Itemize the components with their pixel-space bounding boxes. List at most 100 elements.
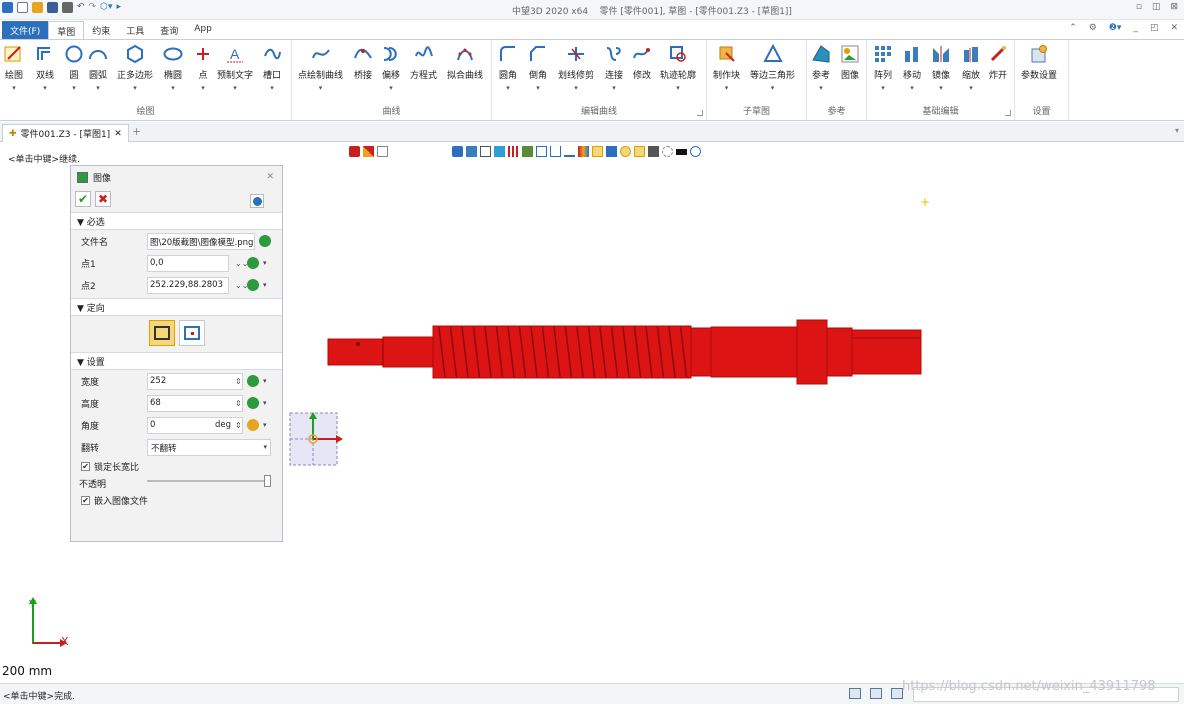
minimize-doc-icon[interactable]: _ <box>1133 23 1138 33</box>
undo-icon[interactable]: ↶ <box>77 2 85 13</box>
pick-option-icon[interactable]: ▾ <box>263 399 267 407</box>
bridge-button[interactable]: 桥接 <box>353 44 373 81</box>
collapse-ribbon-icon[interactable]: ⌃ <box>1069 23 1077 33</box>
light-icon[interactable] <box>662 146 673 157</box>
trim-button[interactable]: 划线修剪 ▾ <box>558 44 594 92</box>
point2-input[interactable]: 252.229,88.2803 <box>147 276 229 294</box>
info-icon[interactable] <box>250 194 264 208</box>
cancel-button[interactable]: ✖ <box>95 191 111 207</box>
pick-width-icon[interactable] <box>247 375 259 387</box>
snap-line-icon[interactable] <box>634 146 645 157</box>
maximize-icon[interactable]: ◫ <box>1152 2 1161 12</box>
frame-icon[interactable] <box>536 146 547 157</box>
embed-image-checkbox[interactable]: ✔ 嵌入图像文件 <box>71 492 282 509</box>
point-button[interactable]: 点 ▾ <box>193 44 213 92</box>
pick-angle-icon[interactable] <box>247 419 259 431</box>
polygon-button[interactable]: 正多边形 ▾ <box>117 44 153 92</box>
restore-doc-icon[interactable]: ◰ <box>1150 23 1159 33</box>
group-launcher-icon[interactable] <box>1005 110 1011 116</box>
shaded-cube-icon[interactable] <box>466 146 477 157</box>
width-input[interactable]: 252 <box>147 372 243 390</box>
pick-option-icon[interactable]: ▾ <box>263 281 267 289</box>
browse-file-icon[interactable] <box>259 235 271 247</box>
color-bar-icon[interactable] <box>578 146 589 157</box>
tab-tools[interactable]: 工具 <box>118 21 152 39</box>
group-launcher-icon[interactable] <box>697 110 703 116</box>
pick-option-icon[interactable]: ▾ <box>263 421 267 429</box>
arc-button[interactable]: 圆弧 ▾ <box>88 44 108 92</box>
pick-point2-icon[interactable] <box>247 279 259 291</box>
view-color-icon[interactable] <box>494 146 505 157</box>
chamfer-button[interactable]: 倒角 ▾ <box>528 44 548 92</box>
move-button[interactable]: 移动 ▾ <box>902 44 922 92</box>
equation-button[interactable]: 方程式 <box>410 44 437 81</box>
point1-input[interactable]: 0,0 <box>147 254 229 272</box>
pattern-button[interactable]: 阵列 ▾ <box>873 44 893 92</box>
text-button[interactable]: A 预制文字 ▾ <box>217 44 253 92</box>
point-curve-button[interactable]: 点绘制曲线 ▾ <box>298 44 343 92</box>
fit-curve-button[interactable]: 拟合曲线 <box>447 44 483 81</box>
save-icon[interactable] <box>47 2 58 13</box>
layout-icon[interactable] <box>849 688 861 699</box>
slot-button[interactable]: 槽口 ▾ <box>262 44 282 92</box>
curvature-icon[interactable] <box>592 146 603 157</box>
modify-button[interactable]: 修改 <box>632 44 652 81</box>
reference-button[interactable]: 参考 ▾ <box>811 44 831 92</box>
trace-contour-button[interactable]: 轨迹轮廓 ▾ <box>660 44 696 92</box>
image-insert-preview[interactable] <box>289 410 345 468</box>
image-button[interactable]: 图像 <box>840 44 860 81</box>
pencil-icon[interactable] <box>363 146 374 157</box>
pick-point1-icon[interactable] <box>247 257 259 269</box>
dimension-icon[interactable] <box>550 146 561 157</box>
fillet-button[interactable]: 圆角 ▾ <box>498 44 518 92</box>
scale-button[interactable]: 缩放 ▾ <box>961 44 981 92</box>
angle-stepper[interactable]: ⇕ <box>235 421 242 430</box>
display-mode-icon[interactable] <box>648 146 659 157</box>
render-icon[interactable] <box>522 146 533 157</box>
connect-button[interactable]: 连接 ▾ <box>604 44 624 92</box>
confirm-button[interactable]: ✔ <box>75 191 91 207</box>
close-tab-icon[interactable]: ✕ <box>114 129 122 139</box>
tab-sketch[interactable]: 草图 <box>48 21 85 39</box>
exit-sketch-icon[interactable] <box>349 146 360 157</box>
orientation-center-button[interactable] <box>179 320 205 346</box>
ellipse-button[interactable]: 椭圆 ▾ <box>163 44 183 92</box>
print-icon[interactable] <box>62 2 73 13</box>
background-icon[interactable] <box>676 148 687 155</box>
help-icon[interactable]: ❷▾ <box>1109 23 1122 33</box>
inserted-image[interactable] <box>327 318 923 386</box>
make-block-button[interactable]: 制作块 ▾ <box>713 44 740 92</box>
restore-icon[interactable]: ▫ <box>1136 2 1142 12</box>
tab-inquire[interactable]: 查询 <box>152 21 186 39</box>
height-input[interactable]: 68 <box>147 394 243 412</box>
monitor-icon[interactable] <box>870 688 882 699</box>
parameter-settings-button[interactable]: 参数设置 <box>1021 44 1057 81</box>
circle-button[interactable]: 圆 ▾ <box>64 44 84 92</box>
pick-height-icon[interactable] <box>247 397 259 409</box>
panel-close-icon[interactable]: ✕ <box>266 172 274 182</box>
constraint-icon[interactable] <box>564 146 575 157</box>
filename-input[interactable]: 图\20版截图\图像模型.png <box>147 232 255 250</box>
new-file-icon[interactable] <box>17 2 28 13</box>
settings-icon[interactable]: ⚙ <box>1089 23 1097 33</box>
grid-icon[interactable] <box>508 146 519 157</box>
settings-circle-icon[interactable] <box>690 146 701 157</box>
width-stepper[interactable]: ⇕ <box>235 377 242 386</box>
tab-app[interactable]: App <box>186 21 220 39</box>
section-settings[interactable]: ▼ 设置 <box>71 352 282 370</box>
explode-button[interactable]: 炸开 <box>988 44 1008 81</box>
section-required[interactable]: ▼ 必选 <box>71 212 282 230</box>
tab-constraint[interactable]: 约束 <box>84 21 118 39</box>
pick-option-icon[interactable]: ▾ <box>263 377 267 385</box>
open-file-icon[interactable] <box>32 2 43 13</box>
double-line-button[interactable]: 双线 ▾ <box>35 44 55 92</box>
mirror-button[interactable]: 镜像 ▾ <box>931 44 951 92</box>
grid-snap-icon[interactable] <box>377 146 388 157</box>
file-menu[interactable]: 文件(F) <box>2 21 49 39</box>
tab-list-icon[interactable]: ▾ <box>1175 126 1179 135</box>
slider-knob[interactable] <box>264 475 271 487</box>
document-tab[interactable]: ✚ 零件001.Z3 - [草图1] ✕ <box>2 124 129 142</box>
filter-select-icon[interactable] <box>452 146 463 157</box>
play-icon[interactable]: ▸ <box>116 2 121 13</box>
lock-ratio-checkbox[interactable]: ✔ 锁定长宽比 <box>71 458 282 475</box>
